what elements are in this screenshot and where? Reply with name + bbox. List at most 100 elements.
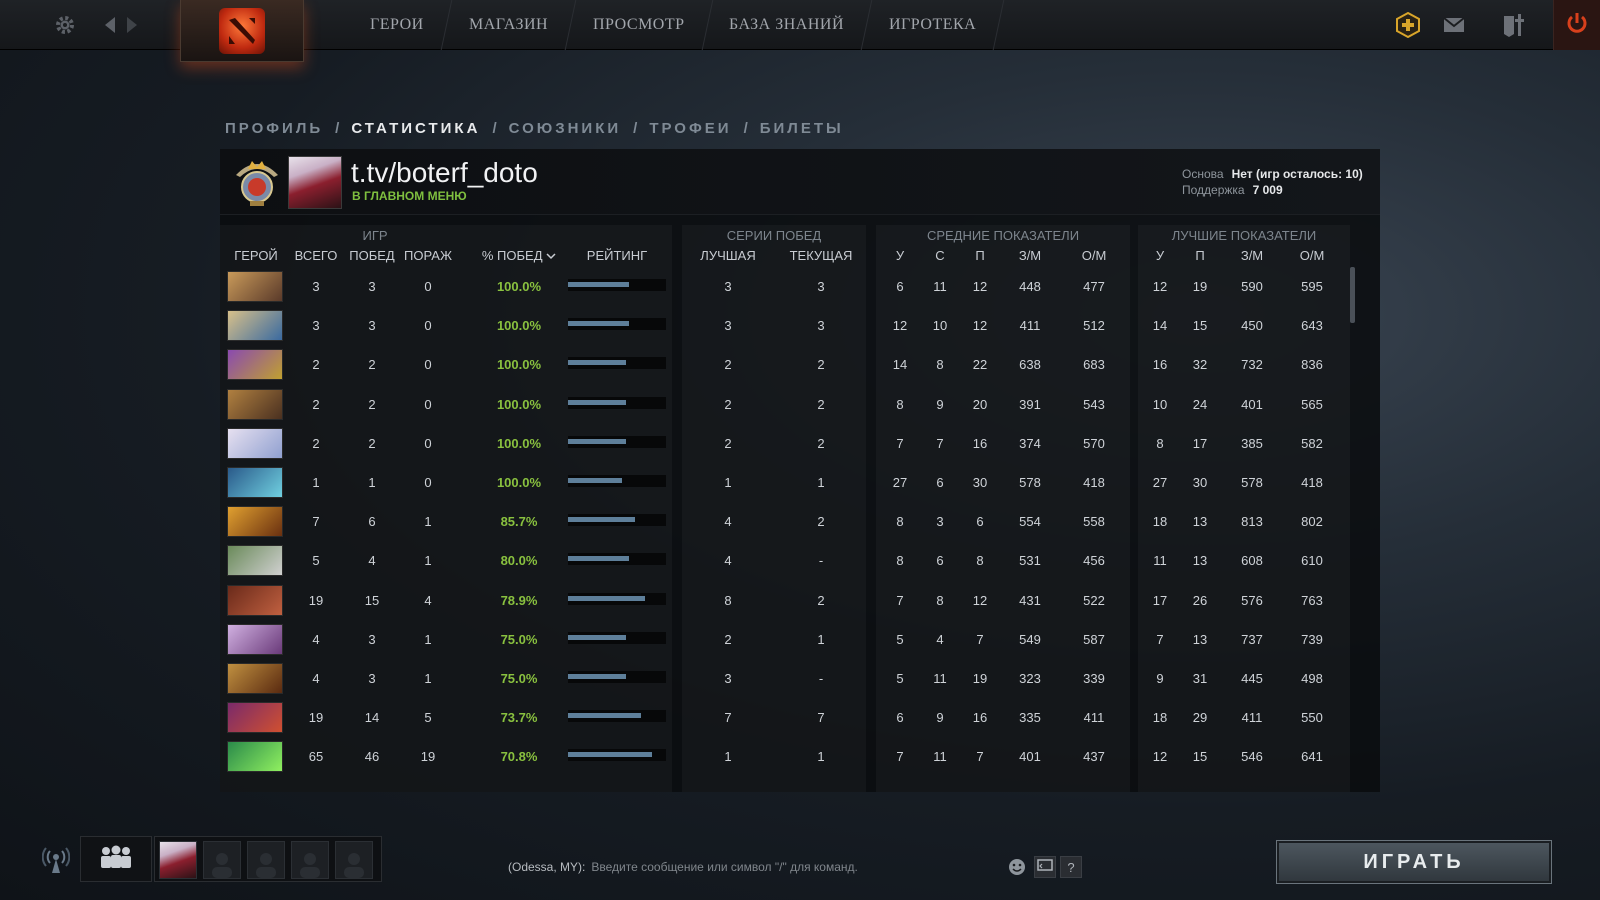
power-button[interactable] <box>1553 0 1600 50</box>
rating-bar <box>568 514 666 527</box>
col-cur-streak[interactable]: ТЕКУЩАЯ <box>786 248 856 263</box>
cell-winrate: 100.0% <box>496 435 542 451</box>
tab-tickets[interactable]: БИЛЕТЫ <box>760 120 844 137</box>
hero-portrait[interactable] <box>227 506 283 538</box>
cell-avg-a: 22 <box>972 357 988 373</box>
table-row[interactable]: 7 6 1 4 2 8 3 6 554 558 18 13 813 802 85.7% <box>220 502 1380 541</box>
table-row[interactable]: 3 3 0 3 3 12 10 12 411 512 14 15 450 643 100.0% <box>220 306 1380 345</box>
mail-icon[interactable] <box>1440 10 1468 40</box>
cell-wins: 3 <box>368 318 376 334</box>
col-best-gpm[interactable]: З/М <box>1234 248 1270 263</box>
party-slot-self-avatar[interactable] <box>159 841 197 879</box>
hero-portrait[interactable] <box>227 702 283 734</box>
hero-portrait[interactable] <box>227 271 283 302</box>
table-row[interactable]: 65 46 19 1 1 7 11 7 401 437 12 15 546 641 70.8% <box>220 737 1380 776</box>
col-avg-kills[interactable]: У <box>886 248 914 263</box>
party-slot-empty[interactable] <box>247 841 285 879</box>
cell-avg-gpm: 323 <box>1019 671 1041 686</box>
hero-portrait[interactable] <box>227 623 283 655</box>
armory-icon[interactable] <box>1500 10 1530 40</box>
col-wins[interactable]: ПОБЕД <box>346 248 398 263</box>
col-best-kills[interactable]: У <box>1146 248 1174 263</box>
gear-icon[interactable] <box>50 10 80 40</box>
cell-losses: 0 <box>424 435 432 451</box>
table-row[interactable]: 2 2 0 2 2 14 8 22 638 683 16 32 732 836 100.0% <box>220 345 1380 384</box>
cell-best-xpm: 582 <box>1301 435 1323 451</box>
smiley-icon[interactable] <box>1008 858 1026 881</box>
tab-trophies[interactable]: ТРОФЕИ <box>649 120 731 137</box>
table-row[interactable]: 5 4 1 4 - 8 6 8 531 456 11 13 608 610 80.0% <box>220 541 1380 580</box>
nav-heroes[interactable]: ГЕРОИ <box>342 0 453 50</box>
hero-portrait[interactable] <box>227 584 283 616</box>
table-row[interactable]: 19 15 4 8 2 7 8 12 431 522 17 26 576 763 78.9% <box>220 581 1380 620</box>
col-avg-xpm[interactable]: О/М <box>1076 248 1112 263</box>
col-avg-gpm[interactable]: З/М <box>1012 248 1048 263</box>
col-avg-assists[interactable]: П <box>966 248 994 263</box>
cell-total: 65 <box>308 749 324 765</box>
table-row[interactable]: 3 3 0 3 3 6 11 12 448 477 12 19 590 595 100.0% <box>220 267 1380 306</box>
chat-channel[interactable]: (Odessa, MY): <box>508 860 585 874</box>
support-value: 7 009 <box>1252 183 1283 197</box>
tab-allies[interactable]: СОЮЗНИКИ <box>509 120 622 137</box>
cell-best-a: 19 <box>1192 279 1208 294</box>
table-row[interactable]: 19 14 5 7 7 6 9 16 335 411 18 29 411 550 73.7% <box>220 698 1380 737</box>
col-best-xpm[interactable]: О/М <box>1294 248 1330 263</box>
cell-wins: 46 <box>364 749 380 765</box>
dota-logo-button[interactable] <box>180 0 304 62</box>
cell-avg-xpm: 339 <box>1083 671 1105 686</box>
party-slots <box>154 836 382 882</box>
tab-profile[interactable]: ПРОФИЛЬ <box>225 120 323 137</box>
col-winrate[interactable]: % ПОБЕД <box>478 248 560 263</box>
table-row[interactable]: 4 3 1 2 1 5 4 7 549 587 7 13 737 739 75.0% <box>220 620 1380 659</box>
nav-watch[interactable]: ПРОСМОТР <box>565 0 713 50</box>
arrow-right-icon[interactable] <box>122 10 142 40</box>
chat-input[interactable] <box>591 860 992 874</box>
col-hero[interactable]: ГЕРОЙ <box>228 248 284 263</box>
col-best-assists[interactable]: П <box>1186 248 1214 263</box>
hero-portrait[interactable] <box>227 427 283 459</box>
cell-avg-gpm: 401 <box>1019 749 1041 765</box>
cell-avg-xpm: 456 <box>1083 553 1105 569</box>
breadcrumb-separator: / <box>633 120 638 137</box>
cell-avg-k: 8 <box>896 553 904 569</box>
party-slot-empty[interactable] <box>291 841 329 879</box>
cell-best-streak: 2 <box>724 396 732 412</box>
play-button[interactable]: ИГРАТЬ <box>1276 840 1552 884</box>
hero-portrait[interactable] <box>227 663 283 694</box>
hero-portrait[interactable] <box>227 545 283 577</box>
party-slot-empty[interactable] <box>335 841 373 879</box>
col-losses[interactable]: ПОРАЖ <box>402 248 454 263</box>
cell-avg-xpm: 587 <box>1083 631 1105 647</box>
arrow-left-icon[interactable] <box>100 10 120 40</box>
avatar[interactable] <box>288 156 342 209</box>
table-row[interactable]: 4 3 1 3-5 11 19 323 339 9 31 445 498 75.0% <box>220 659 1380 698</box>
party-slot-empty[interactable] <box>203 841 241 879</box>
hero-portrait[interactable] <box>227 467 283 498</box>
table-row[interactable]: 1 1 0 1 1 27 6 30 578 418 27 30 578 418 100.0% <box>220 463 1380 502</box>
party-button[interactable] <box>80 836 152 882</box>
col-rating[interactable]: РЕЙТИНГ <box>568 248 666 263</box>
group-best-header: ЛУЧШИЕ ПОКАЗАТЕЛИ <box>1171 228 1317 243</box>
table-row[interactable]: 2 2 0 2 2 7 7 16 374 570 8 17 385 582 100.0% <box>220 424 1380 463</box>
chat-toggle-button[interactable] <box>1034 856 1056 878</box>
hero-portrait[interactable] <box>227 310 283 342</box>
col-best-streak[interactable]: ЛУЧШАЯ <box>696 248 760 263</box>
cell-avg-d: 11 <box>933 749 947 765</box>
col-avg-deaths[interactable]: С <box>926 248 954 263</box>
table-row[interactable]: 2 2 0 2 2 8 9 20 391 543 10 24 401 565 100.0% <box>220 385 1380 424</box>
tab-stats[interactable]: СТАТИСТИКА <box>351 120 480 137</box>
hero-portrait[interactable] <box>227 388 283 420</box>
rating-bar-fill <box>568 713 641 719</box>
scrollbar[interactable] <box>1350 267 1355 323</box>
hero-portrait[interactable] <box>227 349 283 381</box>
hero-portrait[interactable] <box>227 741 283 773</box>
col-total[interactable]: ВСЕГО <box>290 248 342 263</box>
cell-losses: 0 <box>424 357 432 373</box>
nav-arcade[interactable]: ИГРОТЕКА <box>862 0 1005 50</box>
nav-store[interactable]: МАГАЗИН <box>441 0 577 50</box>
antenna-icon[interactable] <box>41 846 71 879</box>
nav-learn[interactable]: БАЗА ЗНАНИЙ <box>702 0 873 50</box>
chat-help-button[interactable]: ? <box>1060 856 1082 878</box>
plus-badge-icon[interactable] <box>1394 10 1422 40</box>
cell-best-k: 12 <box>1152 279 1168 294</box>
